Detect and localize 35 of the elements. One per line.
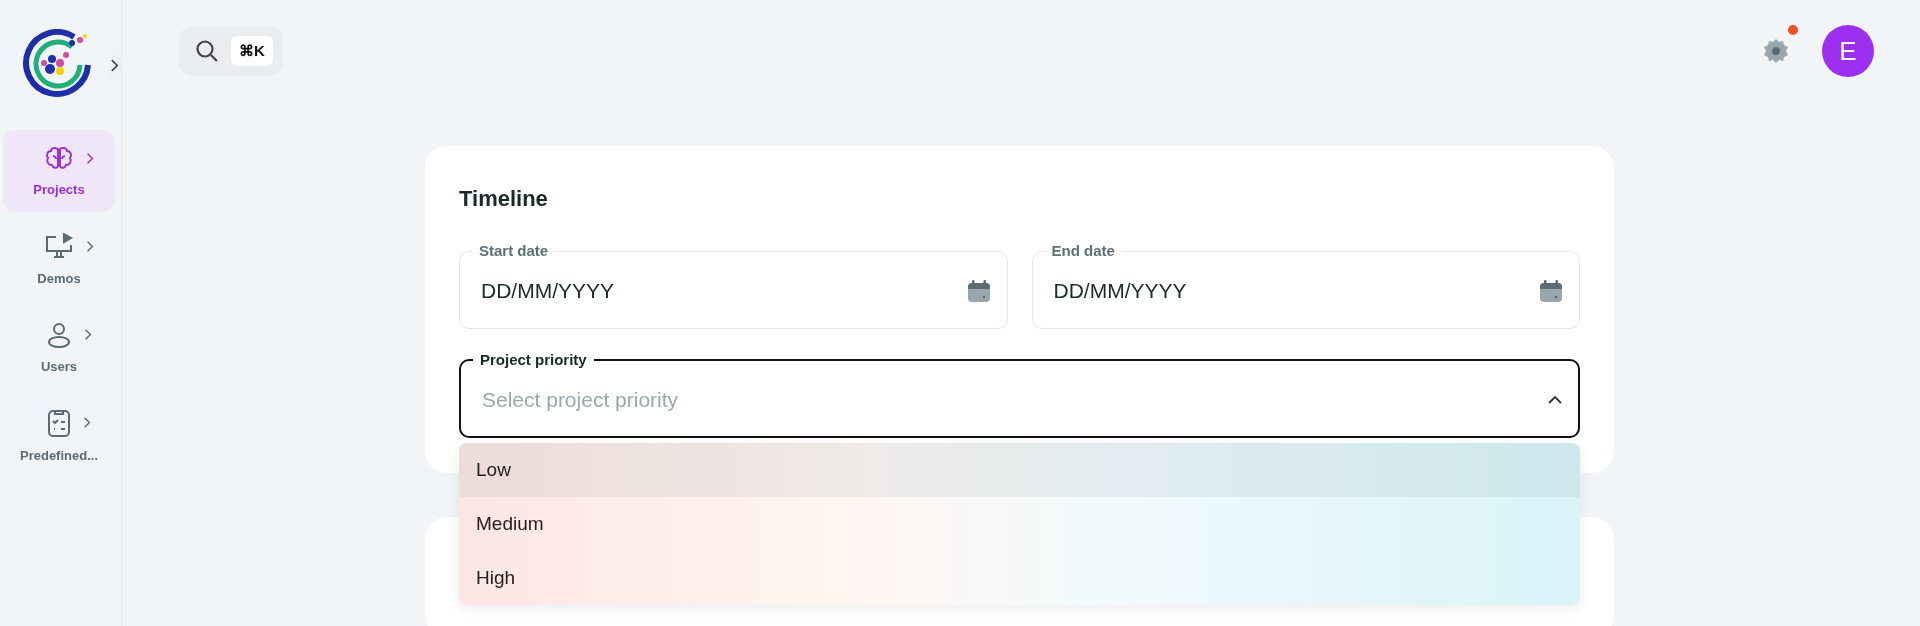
nav-item[interactable]: Predefined... [3, 394, 115, 476]
priority-option[interactable]: High [459, 551, 1580, 605]
chevron-right-icon [86, 152, 94, 165]
chevron-right-icon [84, 328, 92, 341]
chevron-right-icon [110, 58, 119, 72]
chevron-right-icon [83, 416, 91, 429]
field-label: Start date [478, 242, 550, 260]
monitor-play-icon [44, 232, 74, 261]
clipboard-checklist-icon [47, 407, 71, 438]
nav-item[interactable]: Users [3, 306, 115, 388]
settings-button[interactable] [1762, 37, 1790, 65]
calendar-icon [966, 279, 991, 303]
date-field[interactable]: End date DD/MM/YYYY [1031, 242, 1580, 329]
priority-option[interactable]: Low [459, 443, 1580, 497]
settings-icon [1762, 37, 1790, 65]
date-input[interactable]: DD/MM/YYYY [479, 278, 967, 304]
date-field[interactable]: Start date DD/MM/YYYY [459, 242, 1008, 329]
field-label: Project priority [479, 351, 588, 369]
date-input[interactable]: DD/MM/YYYY [1051, 278, 1539, 304]
search-icon [195, 39, 219, 63]
priority-select[interactable]: Project priority Select project priority [459, 351, 1580, 438]
nav-item[interactable]: Projects [3, 130, 115, 212]
priority-input[interactable]: Select project priority [480, 386, 1548, 413]
chevron-up-icon [1548, 394, 1562, 405]
user-avatar[interactable]: E [1822, 25, 1874, 77]
shortcut-key: ⌘K [231, 36, 273, 66]
card-title: Timeline [459, 186, 549, 212]
nav-item[interactable]: Demos [3, 218, 115, 300]
priority-option[interactable]: Medium [459, 497, 1580, 551]
user-icon [46, 320, 72, 349]
field-label: End date [1050, 242, 1116, 260]
chevron-right-icon [86, 240, 94, 253]
brain-icon [44, 145, 74, 172]
calendar-icon [1539, 279, 1563, 303]
search-button[interactable]: ⌘K [179, 26, 283, 76]
